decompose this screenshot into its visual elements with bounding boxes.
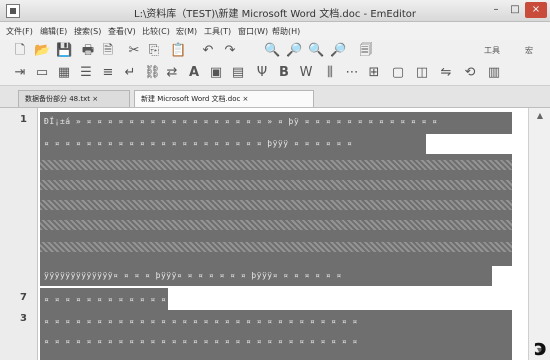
tab-word-doc[interactable]: 新建 Microsoft Word 文档.doc × — [134, 90, 314, 107]
editor-text-line: ¤ ¤ ¤ ¤ ¤ ¤ ¤ ¤ ¤ ¤ ¤ ¤ ¤ ¤ ¤ ¤ ¤ ¤ ¤ ¤ … — [44, 139, 353, 148]
spell-icon[interactable]: Ψ — [254, 65, 270, 81]
code-icon[interactable]: ⋯ — [344, 65, 360, 81]
window-title: L:\资料库（TEST)\新建 Microsoft Word 文档.doc - … — [134, 9, 416, 20]
menu-view[interactable]: 查看(V) — [108, 26, 136, 37]
find-icon[interactable]: 🔍 — [264, 43, 280, 59]
paste-icon[interactable]: 📋 — [170, 43, 186, 59]
save-icon[interactable]: 💾 — [56, 43, 72, 59]
link-icon[interactable]: ⛓ — [144, 65, 161, 81]
print-icon[interactable]: 🖶 — [80, 43, 96, 59]
word-icon[interactable]: W — [298, 65, 314, 81]
format-icon[interactable]: ▤ — [230, 65, 246, 81]
line-number: 3 — [20, 313, 27, 324]
copy-icon[interactable]: ⎘ — [146, 43, 162, 59]
sync-icon[interactable]: ⟲ — [462, 65, 478, 81]
menu-search[interactable]: 搜索(S) — [74, 26, 101, 37]
window-icon[interactable]: ▢ — [390, 65, 406, 81]
bold-icon[interactable]: B — [276, 65, 292, 81]
find-in-files-icon[interactable]: 🗐 — [358, 43, 374, 59]
scroll-up-icon[interactable]: ▲ — [534, 111, 546, 121]
minimize-button[interactable]: – — [487, 2, 505, 18]
split-icon[interactable]: ◫ — [414, 65, 430, 81]
font-icon[interactable]: A — [186, 65, 202, 81]
line-number-gutter: 1 7 3 — [0, 108, 38, 360]
menu-macro[interactable]: 宏(M) — [176, 26, 197, 37]
overlay-mark: ↄ — [534, 336, 548, 360]
editor-text-line: ÐÏ¡±á » ¤ ¤ ¤ ¤ ¤ ¤ ¤ ¤ ¤ ¤ ¤ ¤ ¤ ¤ ¤ ¤ … — [44, 117, 438, 126]
tab-backup-txt[interactable]: 数据备份部分 48.txt × — [18, 90, 130, 107]
align-icon[interactable]: ≡ — [100, 65, 116, 81]
macro-icon[interactable]: 宏 — [520, 43, 538, 59]
menu-compare[interactable]: 比较(C) — [142, 26, 170, 37]
replace-icon[interactable]: 🔎 — [330, 43, 346, 59]
frame-icon[interactable]: ▭ — [34, 65, 50, 81]
column-icon[interactable]: ⫼ — [322, 65, 338, 81]
format-toolbar: ⇥ ▭ ▦ ☰ ≡ ↵ ⛓ ⇄ A ▣ ▤ Ψ B W ⫼ ⋯ ⊞ ▢ ◫ ⇋ … — [0, 62, 550, 86]
indent-icon[interactable]: ⇥ — [12, 65, 28, 81]
translate-icon[interactable]: ⇄ — [164, 65, 180, 81]
menu-window[interactable]: 窗口(W) — [238, 26, 268, 37]
tools-icon[interactable]: 工具 — [480, 43, 504, 59]
new-doc-icon[interactable]: 🗋 — [12, 43, 28, 59]
compare-icon[interactable]: ⇋ — [438, 65, 454, 81]
title-bar: L:\资料库（TEST)\新建 Microsoft Word 文档.doc - … — [0, 0, 550, 22]
menu-help[interactable]: 帮助(H) — [272, 26, 300, 37]
garbled-text-row — [40, 180, 512, 190]
table-icon[interactable]: ▦ — [56, 65, 72, 81]
garbled-text-row — [40, 200, 512, 210]
grid-icon[interactable]: ⊞ — [366, 65, 382, 81]
menu-tools[interactable]: 工具(T) — [204, 26, 231, 37]
editor-text-line: ¤ ¤ ¤ ¤ ¤ ¤ ¤ ¤ ¤ ¤ ¤ ¤ ¤ ¤ ¤ ¤ ¤ ¤ ¤ ¤ … — [44, 317, 358, 326]
garbled-text-row — [40, 160, 512, 170]
app-icon[interactable] — [6, 4, 20, 18]
line-number: 1 — [20, 114, 27, 125]
open-icon[interactable]: 📂 — [34, 43, 50, 59]
text-editor[interactable]: 1 7 3 ÐÏ¡±á » ¤ ¤ ¤ ¤ ¤ ¤ ¤ ¤ ¤ ¤ ¤ ¤ ¤ … — [0, 108, 550, 360]
wrap-icon[interactable]: ↵ — [122, 65, 138, 81]
print-preview-icon[interactable]: 🗎 — [100, 43, 116, 59]
garbled-text-row — [40, 242, 512, 252]
editor-text-line: ÿÿÿÿÿÿÿÿÿÿÿÿÿ¤ ¤ ¤ ¤ þÿÿÿ¤ ¤ ¤ ¤ ¤ ¤ ¤ þ… — [44, 271, 342, 280]
main-toolbar: 🗋 📂 💾 🖶 🗎 ✂ ⎘ 📋 ↶ ↷ 🔍 🔎 🔍 🔎 🗐 工具 宏 — [0, 40, 550, 62]
close-button[interactable]: × — [525, 2, 547, 18]
list-icon[interactable]: ☰ — [78, 65, 94, 81]
document-tab-bar: 数据备份部分 48.txt × 新建 Microsoft Word 文档.doc… — [0, 86, 550, 108]
menu-edit[interactable]: 编辑(E) — [40, 26, 67, 37]
cut-icon[interactable]: ✂ — [126, 43, 142, 59]
menu-bar: 文件(F) 编辑(E) 搜索(S) 查看(V) 比较(C) 宏(M) 工具(T)… — [0, 22, 550, 40]
vertical-scrollbar[interactable]: ▲ ▼ — [528, 108, 550, 360]
maximize-button[interactable]: □ — [506, 2, 524, 18]
find-next-icon[interactable]: 🔎 — [286, 43, 302, 59]
options-icon[interactable]: ▥ — [486, 65, 502, 81]
find-prev-icon[interactable]: 🔍 — [308, 43, 324, 59]
editor-text-line: ¤ ¤ ¤ ¤ ¤ ¤ ¤ ¤ ¤ ¤ ¤ ¤ ¤ — [44, 295, 166, 304]
redo-icon[interactable]: ↷ — [222, 43, 238, 59]
image-icon[interactable]: ▣ — [208, 65, 224, 81]
garbled-text-row — [40, 220, 512, 230]
editor-text-line: ¤ ¤ ¤ ¤ ¤ ¤ ¤ ¤ ¤ ¤ ¤ ¤ ¤ ¤ ¤ ¤ ¤ ¤ ¤ ¤ … — [44, 337, 358, 346]
line-number: 7 — [20, 292, 27, 303]
undo-icon[interactable]: ↶ — [200, 43, 216, 59]
menu-file[interactable]: 文件(F) — [6, 26, 33, 37]
